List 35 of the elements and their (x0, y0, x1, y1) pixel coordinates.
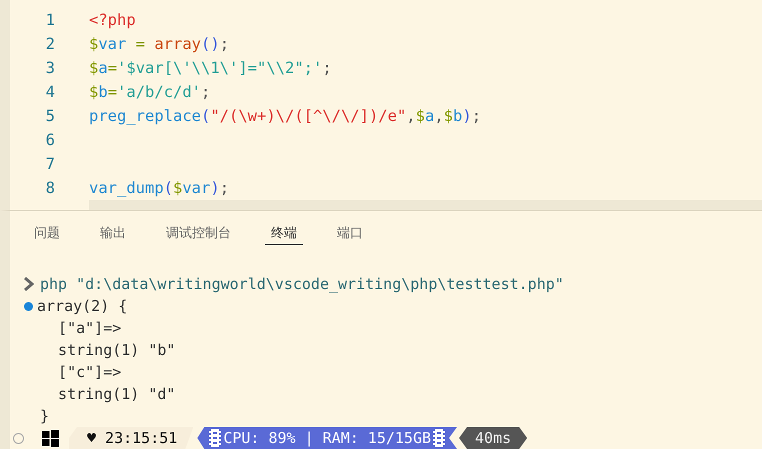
panel-tab[interactable]: 问题 (28, 223, 66, 245)
memory-chip-icon (433, 429, 446, 447)
terminal-output-line: } (40, 406, 50, 427)
prompt-chevron-icon (23, 277, 34, 291)
line-number: 2 (44, 34, 56, 55)
line-number: 4 (44, 82, 56, 103)
status-circle-icon[interactable] (13, 432, 24, 444)
line-number: 5 (44, 106, 56, 127)
panel-tab[interactable]: 调试控制台 (160, 223, 237, 245)
terminal-output-line: string(1) "d" (57, 384, 176, 405)
line-number: 1 (44, 10, 56, 31)
panel-tab[interactable]: 输出 (94, 223, 132, 245)
command-status-dot[interactable] (24, 302, 33, 311)
system-usage-segment: CPU: 89% | RAM: 15/15GB (197, 427, 458, 449)
code-line: $b='a/b/c/d'; (89, 82, 210, 103)
line-number: 8 (44, 178, 56, 199)
panel-tab[interactable]: 端口 (331, 223, 369, 245)
line-number: 6 (44, 130, 56, 151)
line-number: 3 (44, 58, 56, 79)
latency-segment: 40ms (459, 427, 528, 449)
code-line: var_dump($var); (89, 178, 230, 199)
terminal-output-line: string(1) "b" (57, 340, 176, 361)
terminal-output-line: ["a"]=> (57, 318, 122, 339)
terminal-command: php "d:\data\writingworld\vscode_writing\php\testtest.php" (40, 274, 564, 295)
windows-logo-icon[interactable] (42, 430, 59, 446)
panel-tab[interactable]: 终端 (265, 223, 303, 245)
line-number: 7 (44, 154, 56, 175)
code-line: preg_replace("/(\w+)\/([^\/\/])/e",$a,$b); (89, 106, 482, 127)
code-line: $a='$var[\'\\1\']="\\2";'; (89, 58, 332, 79)
memory-chip-icon (209, 429, 222, 447)
code-line: <?php (89, 10, 136, 31)
code-line: $var = array(); (89, 34, 230, 55)
clock-segment: ♥ 23:15:51 (69, 427, 194, 449)
terminal-output-line: array(2) { (37, 296, 128, 317)
terminal-output-line: ["c"]=> (57, 362, 122, 383)
